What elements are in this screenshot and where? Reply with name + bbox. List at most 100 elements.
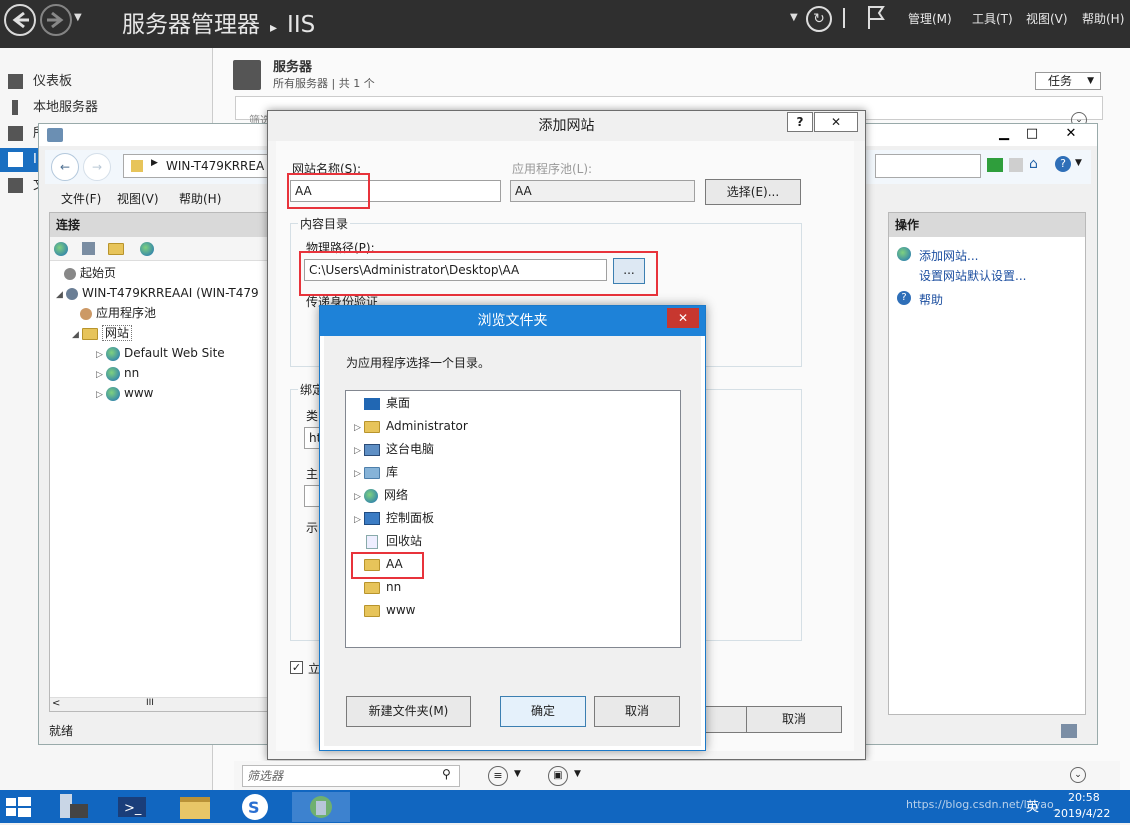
tasks-button[interactable]: 任务 ▼ (1035, 72, 1101, 90)
forward-icon[interactable] (40, 4, 72, 36)
chevron-down-icon[interactable]: ▼ (514, 769, 521, 779)
history-dropdown-icon[interactable]: ▼ (74, 12, 82, 23)
clock-date[interactable]: 2019/4/22 (1054, 807, 1110, 820)
close-button[interactable]: ✕ (1053, 124, 1089, 144)
new-folder-button[interactable]: 新建文件夹(M) (346, 696, 471, 727)
folder-item-libraries[interactable]: ▷ 库 (354, 461, 398, 483)
collapse-arrow-icon: ◢ (72, 330, 79, 340)
scroll-left-icon[interactable]: < (52, 698, 60, 709)
breadcrumb-arrow-icon: ▶ (151, 158, 158, 168)
action-site-defaults[interactable]: 设置网站默认设置... (919, 267, 1026, 284)
bottom-filter-bar: 筛选器 ⚲ ≡ ▼ ▣ ▼ ⌄ (234, 761, 1120, 791)
home-icon[interactable]: ⌂ (1029, 156, 1045, 172)
start-immediately-checkbox[interactable]: ✓ (290, 661, 303, 674)
ok-button[interactable]: 确定 (500, 696, 586, 727)
start-icon[interactable] (0, 792, 46, 822)
menu-view[interactable]: 视图(V) (1026, 10, 1068, 27)
folder-item-label: Administrator (386, 419, 468, 433)
folder-item-administrator[interactable]: ▷ Administrator (354, 415, 468, 437)
resize-grip-icon[interactable] (626, 736, 634, 744)
menu-view[interactable]: 视图(V) (117, 190, 159, 207)
select-app-pool-button[interactable]: 选择(E)... (705, 179, 801, 205)
tree-item-server[interactable]: ◢ WIN-T479KRREAAI (WIN-T479 (56, 283, 259, 303)
iis-icon (8, 152, 23, 167)
list-options-icon[interactable]: ≡ (488, 766, 508, 786)
help-button[interactable]: ? (787, 112, 813, 132)
minimize-button[interactable]: ▁ (991, 124, 1017, 144)
sidebar-item-dashboard[interactable]: 仪表板 (8, 70, 72, 94)
folder-item-this-pc[interactable]: ▷ 这台电脑 (354, 438, 434, 460)
back-icon[interactable]: ← (51, 153, 79, 181)
action-help[interactable]: 帮助 (919, 291, 943, 308)
save-query-icon[interactable]: ▣ (548, 766, 568, 786)
add-website-title: 添加网站 (268, 111, 865, 141)
close-button[interactable]: ✕ (814, 112, 858, 132)
folder-tree[interactable]: 桌面 ▷ Administrator ▷ 这台电脑 ▷ 库 ▷ 网络 ▷ 控制面板 回收站… (345, 390, 681, 648)
up-folder-icon[interactable] (108, 243, 124, 255)
iis-manager-taskbar-icon[interactable] (292, 792, 350, 822)
chevron-down-icon[interactable]: ▼ (574, 769, 581, 779)
action-add-website[interactable]: 添加网站... (919, 247, 978, 264)
file-explorer-icon[interactable] (172, 792, 218, 822)
tasks-button-label: 任务 (1048, 74, 1073, 88)
address-input[interactable]: WIN-T479KRREA (123, 154, 273, 178)
scroll-thumb[interactable]: III (146, 698, 154, 708)
folder-item-desktop[interactable]: 桌面 (354, 392, 410, 414)
disconnect-icon[interactable] (140, 242, 154, 256)
menu-file[interactable]: 文件(F) (61, 190, 101, 207)
tree-item-start-page[interactable]: 起始页 (64, 263, 116, 283)
sogou-icon[interactable]: S (232, 792, 278, 822)
expand-arrow-icon: ▷ (96, 390, 103, 400)
maximize-button[interactable]: □ (1019, 124, 1045, 144)
search-icon[interactable]: ⚲ (442, 767, 451, 781)
server-manager-titlebar: ▼ 服务器管理器 ▸ IIS ▼ ↻ 管理(M) 工具(T) 视图(V) 帮助(H) (0, 0, 1130, 48)
desktop-icon (364, 397, 380, 410)
refresh-icon[interactable]: ↻ (806, 6, 832, 32)
tree-item-nn[interactable]: ▷ nn (96, 363, 139, 383)
menu-manage[interactable]: 管理(M) (908, 10, 952, 27)
cancel-button[interactable]: 取消 (594, 696, 680, 727)
tree-item-sites[interactable]: ◢ 网站 (72, 323, 133, 343)
folder-item-label: 桌面 (386, 396, 411, 410)
server-manager-taskbar-icon[interactable] (52, 792, 98, 822)
back-icon[interactable] (4, 4, 36, 36)
stop-icon[interactable] (1009, 158, 1023, 172)
folder-item-nn[interactable]: nn (354, 576, 401, 598)
sidebar-item-iis[interactable]: I (0, 148, 38, 172)
menu-tools[interactable]: 工具(T) (972, 10, 1013, 27)
powershell-icon[interactable]: >_ (112, 792, 158, 822)
connect-icon[interactable] (54, 242, 68, 256)
tree-item-www[interactable]: ▷ www (96, 383, 153, 403)
tree-item-default-web-site[interactable]: ▷ Default Web Site (96, 343, 225, 363)
chevron-down-icon[interactable]: ▼ (1075, 158, 1082, 168)
folder-item-control-panel[interactable]: ▷ 控制面板 (354, 507, 434, 529)
filter-input[interactable]: 筛选器 (242, 765, 460, 787)
clock-time[interactable]: 20:58 (1068, 791, 1100, 804)
collapse-icon[interactable]: ⌄ (1070, 767, 1086, 783)
sidebar-item-local-server[interactable]: 本地服务器 (8, 96, 98, 120)
horizontal-scrollbar[interactable]: < III (50, 697, 278, 711)
ime-lang[interactable]: 英 (1026, 796, 1039, 815)
folder-item-network[interactable]: ▷ 网络 (354, 484, 408, 506)
cancel-button[interactable]: 取消 (746, 706, 842, 733)
address-input-end[interactable] (875, 154, 981, 178)
expand-arrow-icon: ▷ (354, 515, 361, 525)
menu-help[interactable]: 帮助(H) (179, 190, 221, 207)
expand-arrow-icon: ▷ (96, 350, 103, 360)
library-icon (364, 466, 380, 479)
dropdown-icon[interactable]: ▼ (790, 12, 798, 23)
actions-title: 操作 (889, 213, 1085, 237)
go-icon[interactable] (987, 158, 1003, 172)
folder-item-www[interactable]: www (354, 599, 415, 621)
close-button[interactable]: ✕ (667, 308, 699, 328)
folder-item-recycle-bin[interactable]: 回收站 (354, 530, 422, 552)
tree-item-app-pools[interactable]: 应用程序池 (80, 303, 156, 323)
forward-icon[interactable]: → (83, 153, 111, 181)
highlight-aa-folder (351, 552, 424, 579)
app-pool-input[interactable]: AA (510, 180, 695, 202)
help-icon[interactable]: ? (1055, 156, 1071, 172)
sidebar-item-label: I (33, 152, 37, 167)
flag-icon[interactable] (866, 4, 886, 33)
menu-help[interactable]: 帮助(H) (1082, 10, 1124, 27)
save-icon[interactable] (82, 242, 95, 255)
